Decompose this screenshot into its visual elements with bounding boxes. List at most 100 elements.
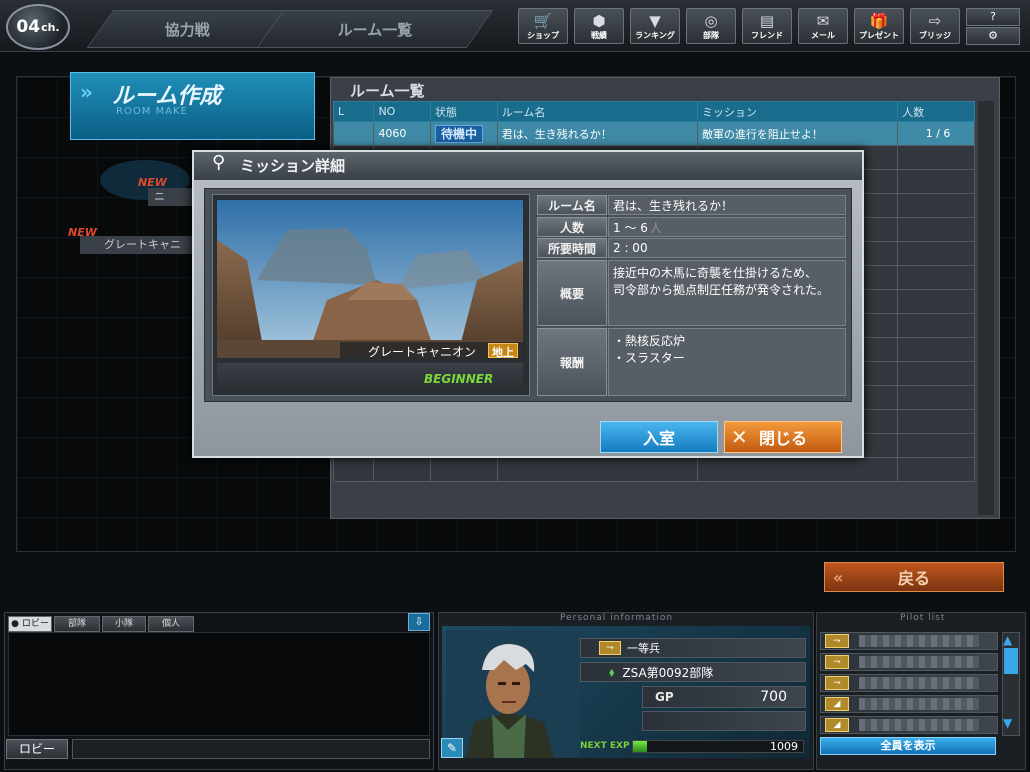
rank-name: 一等兵	[627, 642, 660, 655]
chat-log[interactable]	[8, 632, 430, 736]
cell-l	[332, 121, 375, 146]
unit-icon: ◎	[704, 12, 718, 30]
enter-room-button[interactable]: 入室	[600, 421, 718, 453]
back-button[interactable]: « 戻る	[824, 562, 1004, 592]
column-header[interactable]: 人数	[897, 101, 975, 122]
tab-coop[interactable]: 協力戦	[86, 10, 289, 48]
room-name-value: 君は、生き残れるか！	[608, 195, 846, 215]
edit-icon[interactable]: ✎	[441, 738, 463, 758]
rank-icon: ◢	[825, 718, 849, 732]
cell-no: 4060	[373, 121, 432, 146]
close-button-label: 閉じる	[758, 429, 807, 448]
map-type-badge: 地上	[488, 343, 518, 359]
pilot-list-header: Pilot list	[900, 613, 946, 623]
nav-mail-label: メール	[811, 31, 835, 40]
nav-unit-button[interactable]: ◎ 部隊	[686, 8, 736, 44]
pilot-name-redacted	[859, 719, 979, 731]
room-list-title: ルーム一覧	[350, 82, 425, 100]
pilot-row[interactable]: ◢	[820, 716, 998, 734]
channel-suffix: ch.	[41, 20, 60, 34]
column-header[interactable]: ルーム名	[496, 101, 698, 122]
count-text: 1 ～ 6	[613, 220, 648, 235]
map-name: グレートキャニオン	[368, 345, 477, 359]
gift-icon: 🎁	[869, 12, 889, 30]
reward-label: 報酬	[537, 328, 607, 396]
chat-tab-private[interactable]: 個人	[148, 616, 194, 632]
download-icon[interactable]: ⇩	[408, 613, 430, 631]
column-header[interactable]: NO	[373, 101, 432, 122]
unit-row: ⬧ ZSA第0092部隊	[580, 662, 806, 682]
chat-channel-button[interactable]: ロビー	[6, 739, 68, 759]
pilot-row[interactable]: ◢	[820, 695, 998, 713]
side-list-item[interactable]: グレートキャニ	[80, 236, 210, 254]
nav-mail-button[interactable]: ✉ メール	[798, 8, 848, 44]
column-header[interactable]: ミッション	[696, 101, 899, 122]
pilot-name-redacted	[859, 656, 979, 668]
friend-icon: ▤	[759, 12, 775, 30]
difficulty-label: BEGINNER	[424, 372, 494, 386]
show-all-button[interactable]: 全員を表示	[820, 737, 996, 755]
gp-row: GP 700	[642, 686, 806, 708]
gp-label: GP	[655, 690, 674, 704]
table-row[interactable]	[332, 457, 975, 482]
chat-input[interactable]	[72, 739, 430, 759]
back-button-label: 戻る	[897, 569, 930, 588]
arrow-down-icon[interactable]: ▼	[1003, 716, 1012, 730]
pilot-name-redacted	[859, 698, 979, 710]
nav-present-button[interactable]: 🎁 プレゼント	[854, 8, 904, 44]
chat-tab-squad[interactable]: 小隊	[102, 616, 146, 632]
pilot-name-redacted	[859, 635, 979, 647]
pilot-row[interactable]: ⇁	[820, 653, 998, 671]
mail-icon: ✉	[816, 12, 830, 30]
arrow-up-icon[interactable]: ▲	[1003, 633, 1012, 647]
modal-title: ミッション詳細	[240, 157, 346, 175]
column-header[interactable]: 状態	[430, 101, 498, 122]
rank-icon: ⇁	[599, 641, 621, 655]
chevron-right-icon: »	[80, 80, 93, 104]
tab-room-list[interactable]: ルーム一覧	[256, 10, 494, 48]
chat-tab-unit[interactable]: 部隊	[54, 616, 100, 632]
scrollbar-thumb[interactable]	[1004, 648, 1018, 674]
nav-ranking-label: ランキング	[635, 31, 675, 40]
column-header[interactable]: L	[332, 101, 375, 122]
pilot-name-redacted	[859, 677, 979, 689]
rank-icon: ◢	[825, 697, 849, 711]
count-label: 人数	[537, 217, 607, 237]
rank-icon: ⇁	[825, 655, 849, 669]
cell-count: 1 / 6	[897, 121, 975, 146]
pilot-row[interactable]: ⇁	[820, 632, 998, 650]
status-badge: 待機中	[435, 125, 484, 143]
tab-coop-label: 協力戦	[164, 20, 210, 39]
bridge-icon: ⇨	[928, 12, 942, 30]
nav-present-label: プレゼント	[859, 31, 899, 40]
nav-ranking-button[interactable]: ▼ ランキング	[630, 8, 680, 44]
close-icon: ✕	[731, 425, 748, 449]
nav-shop-button[interactable]: 🛒 ショップ	[518, 8, 568, 44]
next-exp-label: NEXT EXP	[580, 741, 630, 751]
personal-info-header: Personal information	[560, 613, 674, 623]
next-exp-value: 1009	[770, 740, 798, 753]
unit-name: ZSA第0092部隊	[622, 665, 714, 680]
pilot-row[interactable]: ⇁	[820, 674, 998, 692]
nav-bridge-label: ブリッジ	[919, 31, 951, 40]
nav-friend-button[interactable]: ▤ フレンド	[742, 8, 792, 44]
channel-badge: 04 ch.	[6, 4, 70, 50]
ranking-icon: ▼	[649, 12, 661, 30]
room-list-scrollbar[interactable]	[978, 101, 994, 515]
nav-record-label: 戦績	[591, 31, 607, 40]
cart-icon: 🛒	[533, 12, 553, 30]
help-button[interactable]: ?	[966, 8, 1020, 26]
table-row[interactable]: 4060 待機中 君は、生き残れるか！ 敵軍の進行を阻止せよ！ 1 / 6	[332, 121, 975, 146]
summary-label: 概要	[537, 260, 607, 326]
info-row-empty	[642, 711, 806, 731]
count-value: 1 ～ 6 人	[608, 217, 846, 237]
nav-record-button[interactable]: ⬢ 戦績	[574, 8, 624, 44]
cell-status: 待機中	[430, 121, 498, 146]
settings-button[interactable]: ⚙	[966, 27, 1020, 45]
close-button[interactable]: ✕ 閉じる	[724, 421, 842, 453]
cell-mission: 敵軍の進行を阻止せよ！	[696, 121, 899, 146]
room-make-subtitle: ROOM MAKE	[116, 106, 188, 117]
chat-tab-lobby[interactable]: ● ロビー	[8, 616, 52, 632]
nav-bridge-button[interactable]: ⇨ ブリッジ	[910, 8, 960, 44]
rank-row: ⇁ 一等兵	[580, 638, 806, 658]
